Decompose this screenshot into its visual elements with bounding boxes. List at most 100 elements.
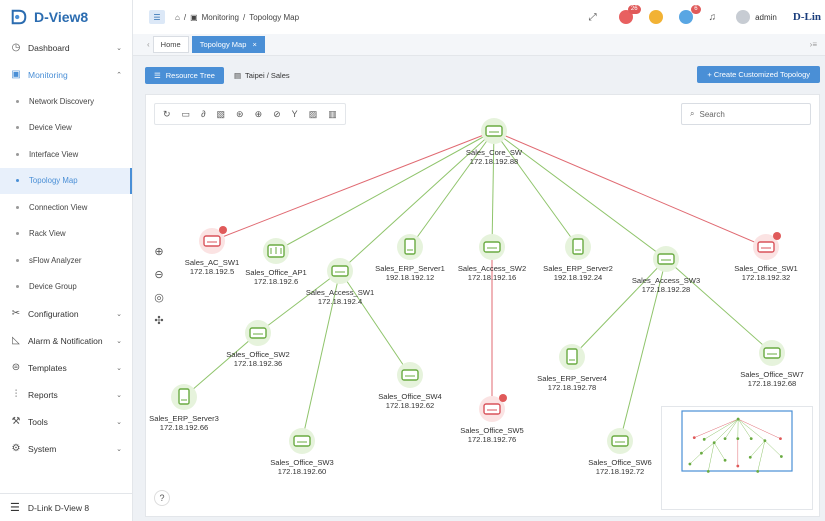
sidebar-item-rack-view[interactable]: Rack View (0, 221, 132, 248)
minimap-node (712, 441, 716, 445)
topology-node-osw2[interactable]: Sales_Office_SW2172.18.192.36 (226, 320, 290, 368)
sidebar-item-alarm-notification[interactable]: ◺ Alarm & Notification ⌄ (0, 331, 132, 351)
node-name-label: Sales_Core_SW (466, 148, 523, 157)
node-name-label: Sales_Office_SW3 (270, 458, 334, 467)
resource-tree-button[interactable]: ☰ Resource Tree (145, 66, 224, 84)
critical-alarm-icon[interactable]: 26 (618, 5, 641, 24)
topology-node-acc2[interactable]: Sales_Access_SW2172.18.192.16 (458, 234, 526, 282)
fullscreen-icon[interactable]: ⤢ (589, 12, 597, 23)
topology-link-core-ac1[interactable] (211, 130, 495, 242)
minimap-node (702, 437, 706, 441)
switch-icon (249, 327, 267, 339)
minimap-link (713, 442, 726, 461)
topology-canvas[interactable]: ↻ ▭ ∂ ▧ ⊛ ⊕ ⊘ Y ▨ ▥ ⌕ Search Sales_Core_… (145, 94, 820, 517)
sidebar-item-connection-view[interactable]: Connection View (0, 194, 132, 221)
chevron-down-icon: ⌄ (116, 391, 122, 399)
zoom-out-icon[interactable]: ⊖ (154, 268, 163, 281)
node-ip-label: 172.18.192.32 (742, 273, 791, 282)
alarm-icon: ◺ (12, 335, 20, 346)
topology-node-ap1[interactable]: Sales_Office_AP1172.18.192.6 (245, 238, 307, 286)
info-alarm-icon[interactable]: 6 (678, 5, 701, 24)
topology-node-osw1[interactable]: Sales_Office_SW1172.18.192.32 (734, 232, 798, 282)
breadcrumb-monitoring[interactable]: Monitoring (202, 13, 239, 22)
help-button[interactable]: ? (154, 490, 170, 506)
switch-icon (483, 403, 501, 415)
sidebar-item-interface-view[interactable]: Interface View (0, 141, 132, 168)
breadcrumb-current: Topology Map (249, 12, 300, 22)
node-ip-label: 172.18.192.62 (386, 401, 435, 410)
sidebar-item-tools[interactable]: ⚒ Tools ⌄ (0, 412, 132, 432)
topology-node-erp4[interactable]: Sales_ERP_Server4172.18.192.78 (537, 344, 607, 392)
tab-home[interactable]: Home (152, 36, 189, 53)
node-name-label: Sales_Office_SW7 (740, 370, 804, 379)
minimap-node (756, 470, 760, 473)
bullet-icon (16, 205, 19, 209)
minimap-link (704, 418, 739, 440)
sidebar-item-dashboard[interactable]: ◷ Dashboard ⌄ (0, 38, 132, 58)
sidebar-item-system[interactable]: ⚙ System ⌄ (0, 439, 132, 459)
menu-toggle-button[interactable]: ☰ (149, 10, 165, 24)
node-ip-label: 172.18.192.60 (278, 467, 327, 476)
logo[interactable]: D-View8 (0, 0, 132, 34)
avatar (736, 10, 751, 24)
node-name-label: Sales_Office_SW2 (226, 350, 290, 359)
topology-node-erp1[interactable]: Sales_ERP_Server1192.18.192.12 (375, 234, 445, 282)
sidebar-item-reports[interactable]: ⫶ Reports ⌄ (0, 385, 132, 405)
sidebar-item-device-group[interactable]: Device Group (0, 274, 132, 301)
sidebar-item-monitoring[interactable]: ▣ Monitoring ⌃ (0, 65, 132, 85)
topology-node-osw6[interactable]: Sales_Office_SW6172.18.192.72 (588, 428, 652, 476)
topology-node-osw7[interactable]: Sales_Office_SW7172.18.192.68 (740, 340, 804, 388)
chevron-up-icon: ⌃ (116, 71, 122, 79)
bullet-icon (16, 126, 19, 130)
create-topology-button[interactable]: + Create Customized Topology (697, 66, 820, 83)
sidebar-item-label: Dashboard (28, 42, 70, 53)
topology-node-osw5[interactable]: Sales_Office_SW5172.18.192.76 (460, 394, 524, 444)
node-name-label: Sales_Office_SW4 (378, 392, 442, 401)
minimap[interactable] (661, 406, 813, 510)
info-count-badge: 6 (691, 5, 701, 14)
node-name-label: Sales_ERP_Server4 (537, 374, 607, 383)
switch-icon (401, 369, 419, 381)
sidebar-item-sflow-analyzer[interactable]: sFlow Analyzer (0, 247, 132, 274)
switch-icon (331, 265, 349, 277)
chevron-down-icon: ⌄ (116, 418, 122, 426)
sidebar-item-device-view[interactable]: Device View (0, 115, 132, 142)
sidebar-item-configuration[interactable]: ✂ Configuration ⌄ (0, 304, 132, 324)
topology-node-osw4[interactable]: Sales_Office_SW4172.18.192.62 (378, 362, 442, 410)
node-ip-label: 172.18.192.66 (160, 423, 209, 432)
topology-node-erp2[interactable]: Sales_ERP_Server2192.18.192.24 (543, 234, 613, 282)
bell-icon[interactable]: ♫ (709, 12, 717, 23)
tab-scroll-left-icon[interactable]: ‹ (147, 40, 150, 49)
topology-node-acc1[interactable]: Sales_Access_SW1172.18.192.4 (306, 258, 374, 306)
server-icon (178, 388, 190, 405)
zoom-in-icon[interactable]: ⊕ (154, 245, 163, 258)
minimap-graph (681, 410, 793, 473)
topology-node-erp3[interactable]: Sales_ERP_Server3172.18.192.66 (149, 384, 219, 432)
topology-link-acc1-osw4[interactable] (339, 270, 411, 376)
sidebar-item-topology-map[interactable]: Topology Map (0, 167, 132, 194)
tab-topology-map[interactable]: Topology Map × (191, 36, 265, 53)
switch-icon (203, 235, 221, 247)
topology-node-osw3[interactable]: Sales_Office_SW3172.18.192.60 (270, 428, 334, 476)
node-ip-label: 172.18.192.5 (190, 267, 234, 276)
dlink-brand-logo: D-Lin (792, 11, 821, 23)
sidebar-item-label: Tools (28, 416, 48, 427)
fit-icon[interactable]: ✣ (154, 314, 163, 327)
user-menu[interactable]: admin (736, 10, 777, 24)
node-name-label: Sales_AC_SW1 (185, 258, 239, 267)
home-icon[interactable]: ⌂ (175, 13, 180, 22)
tab-scroll-right-icon[interactable]: ›≡ (810, 40, 817, 49)
sidebar-item-templates[interactable]: ⊜ Templates ⌄ (0, 358, 132, 378)
sidebar-subitem-label: sFlow Analyzer (29, 255, 82, 265)
sidebar-footer[interactable]: ☰ D-Link D-View 8 (0, 493, 132, 521)
warning-alarm-icon[interactable] (648, 10, 663, 24)
sidebar-item-network-discovery[interactable]: Network Discovery (0, 88, 132, 115)
node-ip-label: 172.18.192.6 (254, 277, 298, 286)
node-name-label: Sales_ERP_Server3 (149, 414, 219, 423)
close-icon[interactable]: × (252, 40, 256, 49)
sidebar-item-label: Monitoring (28, 69, 68, 80)
topology-link-core-osw1[interactable] (493, 130, 767, 248)
locate-icon[interactable]: ◎ (154, 291, 164, 304)
topology-node-acc3[interactable]: Sales_Access_SW3172.18.192.28 (632, 246, 700, 294)
topology-link-core-ap1[interactable] (275, 130, 495, 252)
